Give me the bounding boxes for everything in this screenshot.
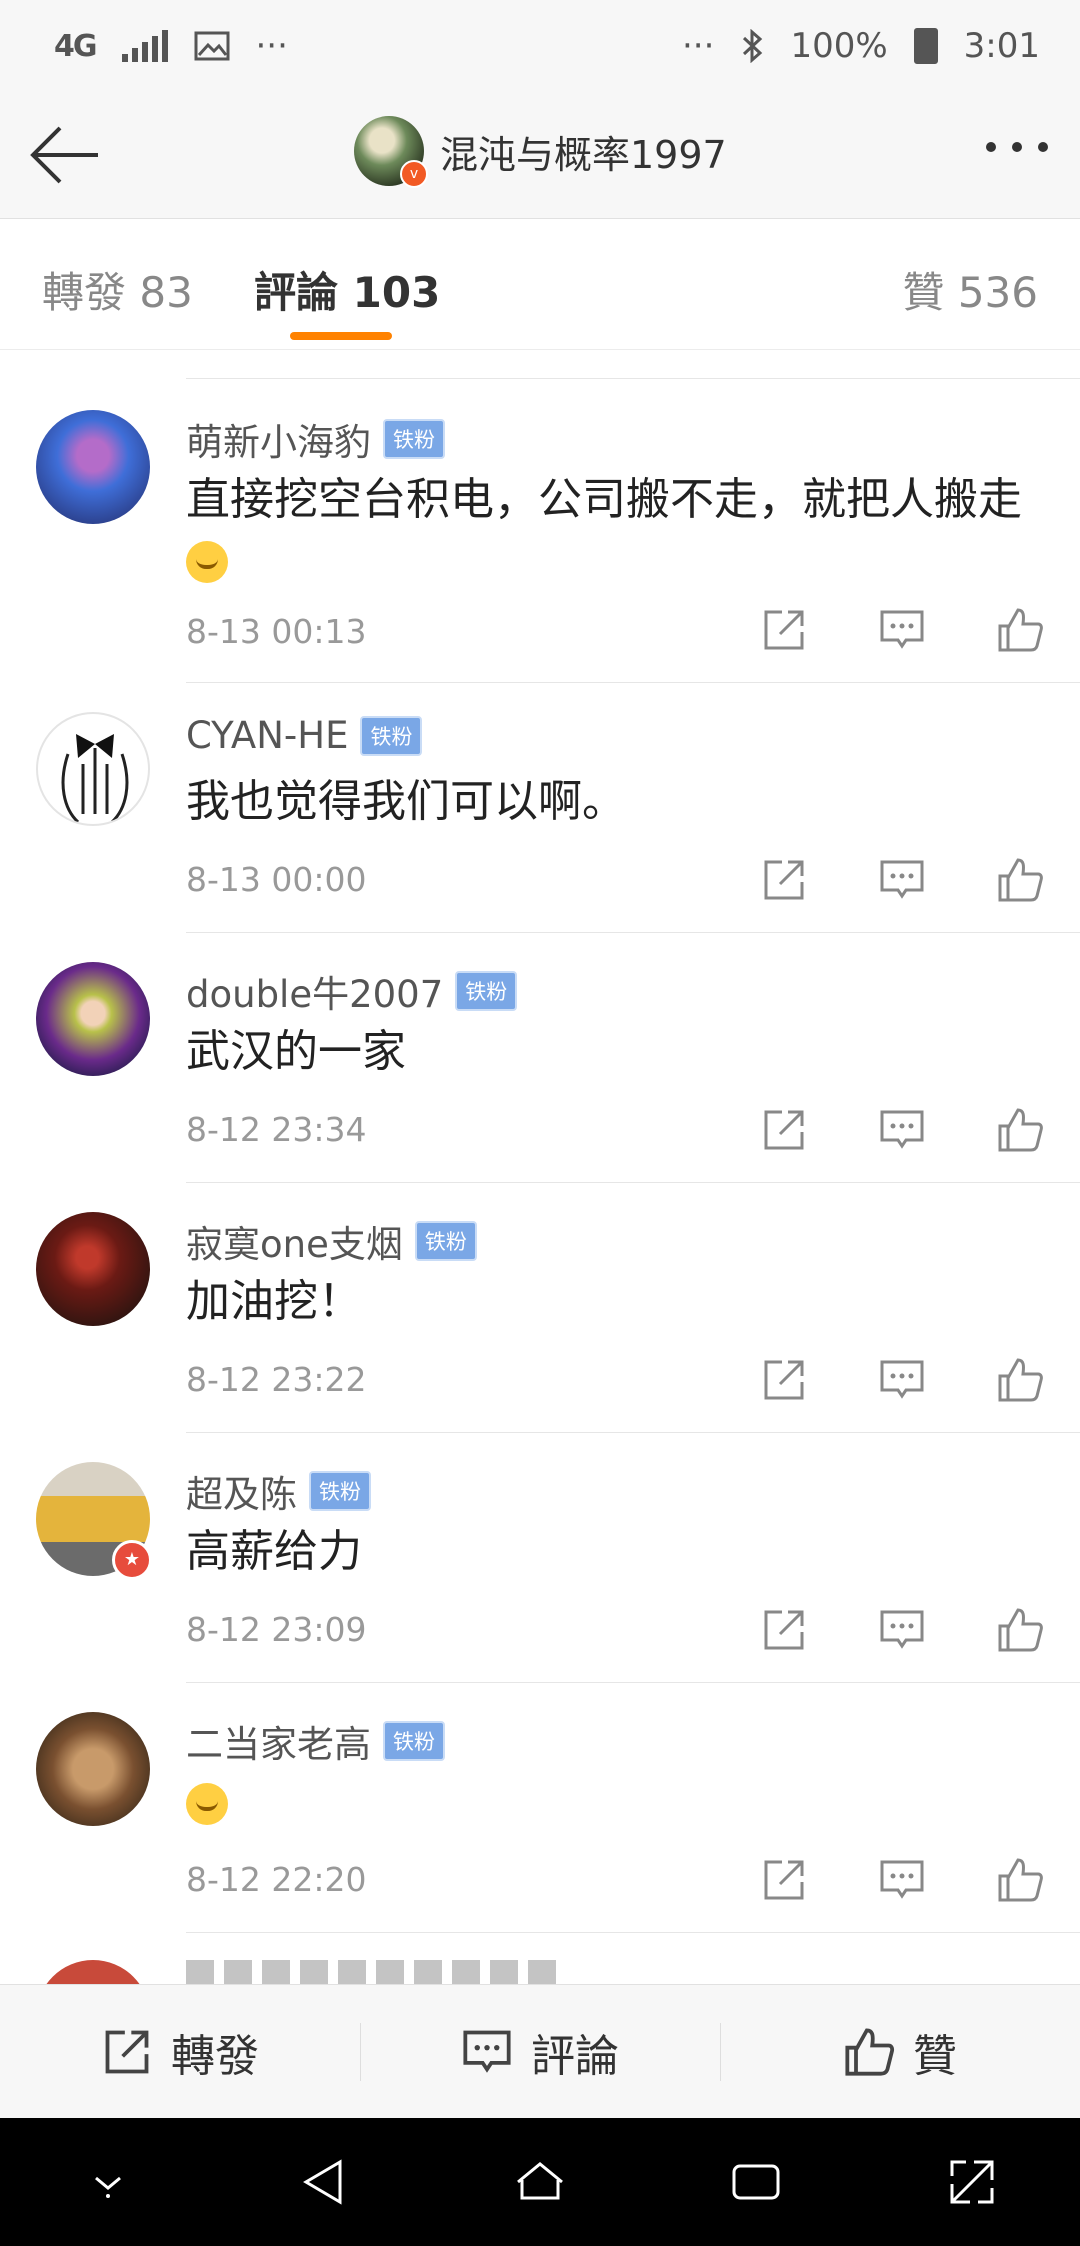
divider [186, 1182, 1080, 1183]
repost-icon [105, 2030, 149, 2074]
network-indicator: 4G [54, 28, 97, 64]
verified-icon: v [400, 160, 428, 188]
repost-icon[interactable] [760, 856, 808, 904]
comment-icon[interactable] [878, 1606, 926, 1654]
clock: 3:01 [963, 26, 1040, 66]
tab-likes[interactable]: 贊 536 [902, 259, 1038, 320]
fan-badge: 铁粉 [455, 971, 518, 1011]
comment-author-clipped [186, 1960, 566, 1984]
more-options-icon[interactable] [986, 142, 1048, 152]
repost-label: 轉發 [171, 2031, 259, 2082]
comment-time: 8-12 23:09 [186, 1610, 367, 1649]
divider [186, 1932, 1080, 1933]
comment-time: 8-13 00:13 [186, 612, 367, 651]
fan-badge: 铁粉 [414, 1221, 477, 1261]
repost-icon[interactable] [760, 1356, 808, 1404]
avatar[interactable] [36, 712, 150, 826]
bluetooth-icon [743, 29, 763, 63]
comment-label: 評論 [531, 2031, 619, 2082]
avatar[interactable] [36, 1712, 150, 1826]
signal-icon [121, 30, 168, 62]
verified-icon: ★ [112, 1540, 152, 1580]
comment-text: 加油挖！ [186, 1276, 362, 1327]
repost-icon[interactable] [760, 1606, 808, 1654]
comment-text: 武汉的一家 [186, 1026, 406, 1077]
like-button[interactable]: 贊 [720, 1985, 1080, 2119]
comment-text: 直接挖空台积电，公司搬不走，就把人搬走 [186, 474, 1022, 525]
avatar[interactable]: v [354, 116, 428, 188]
comment-author[interactable]: 萌新小海豹 [186, 412, 371, 466]
comment-icon[interactable] [878, 1106, 926, 1154]
tab-bar: 轉發 83 評論 103 贊 536 [0, 219, 1080, 350]
system-nav-bar [0, 2118, 1080, 2246]
divider [186, 1682, 1080, 1683]
divider [186, 1432, 1080, 1433]
comment-author[interactable]: 超及陈 [186, 1464, 297, 1518]
divider [186, 682, 1080, 683]
like-icon[interactable] [996, 1606, 1044, 1654]
tab-comments[interactable]: 評論 103 [254, 259, 440, 320]
comment-time: 8-12 22:20 [186, 1860, 367, 1899]
like-icon[interactable] [996, 1356, 1044, 1404]
bottom-action-bar: 轉發 評論 贊 [0, 1984, 1080, 2119]
like-label: 贊 [913, 2031, 957, 2082]
avatar [36, 1960, 150, 1984]
like-icon[interactable] [996, 1856, 1044, 1904]
avatar[interactable] [36, 1212, 150, 1326]
fan-badge: 铁粉 [360, 715, 423, 756]
comment-icon[interactable] [878, 856, 926, 904]
like-icon[interactable] [996, 1106, 1044, 1154]
fan-badge: 铁粉 [383, 1721, 445, 1761]
header-username[interactable]: 混沌与概率1997 [440, 124, 727, 179]
comment-author[interactable]: double牛2007 [186, 964, 443, 1018]
overflow-dots-icon: ··· [682, 26, 715, 66]
comment-text: 我也觉得我们可以啊。 [186, 776, 626, 827]
comment-button[interactable]: 評論 [360, 1985, 720, 2119]
divider [186, 932, 1080, 933]
avatar[interactable] [36, 962, 150, 1076]
fan-badge: 铁粉 [309, 1471, 371, 1511]
avatar[interactable] [36, 410, 150, 524]
header: v 混沌与概率1997 [0, 92, 1080, 219]
comment-time: 8-12 23:34 [186, 1110, 367, 1149]
battery-icon [913, 28, 938, 64]
comment-author[interactable]: 寂寞one支烟 [186, 1214, 403, 1268]
like-icon[interactable] [996, 606, 1044, 654]
comment-icon [463, 2030, 511, 2073]
chevron-down-icon[interactable] [80, 2154, 136, 2210]
emoji-icon [186, 541, 228, 583]
repost-icon[interactable] [760, 1106, 808, 1154]
emoji-icon [186, 1783, 228, 1825]
repost-button[interactable]: 轉發 [0, 1985, 360, 2119]
back-nav-icon[interactable] [296, 2154, 352, 2210]
status-bar: 4G ··· ··· 100% 3:01 [0, 0, 1080, 92]
divider [186, 378, 1080, 379]
comment-item-partial [0, 1960, 1080, 1984]
like-icon[interactable] [996, 856, 1044, 904]
fan-badge: 铁粉 [383, 419, 445, 459]
repost-icon[interactable] [760, 606, 808, 654]
battery-percent: 100% [790, 26, 888, 66]
comment-icon[interactable] [878, 606, 926, 654]
image-icon [194, 31, 229, 61]
home-icon[interactable] [512, 2154, 568, 2210]
comment-text: 高薪给力 [186, 1526, 362, 1577]
comment-author[interactable]: 二当家老高 [186, 1714, 371, 1768]
overflow-dots-icon: ··· [255, 26, 288, 66]
header-user[interactable]: v 混沌与概率1997 [354, 116, 727, 188]
comment-icon[interactable] [878, 1356, 926, 1404]
comment-icon[interactable] [878, 1856, 926, 1904]
comment-author[interactable]: CYAN-HE [186, 714, 348, 757]
repost-icon[interactable] [760, 1856, 808, 1904]
recent-apps-icon[interactable] [728, 2154, 784, 2210]
like-icon [845, 2028, 895, 2076]
comment-time: 8-13 00:00 [186, 860, 367, 899]
back-arrow-icon[interactable] [28, 122, 102, 188]
active-tab-indicator [290, 332, 392, 340]
comment-time: 8-12 23:22 [186, 1360, 367, 1399]
tab-reposts[interactable]: 轉發 83 [42, 259, 193, 320]
expand-icon[interactable] [944, 2154, 1000, 2210]
